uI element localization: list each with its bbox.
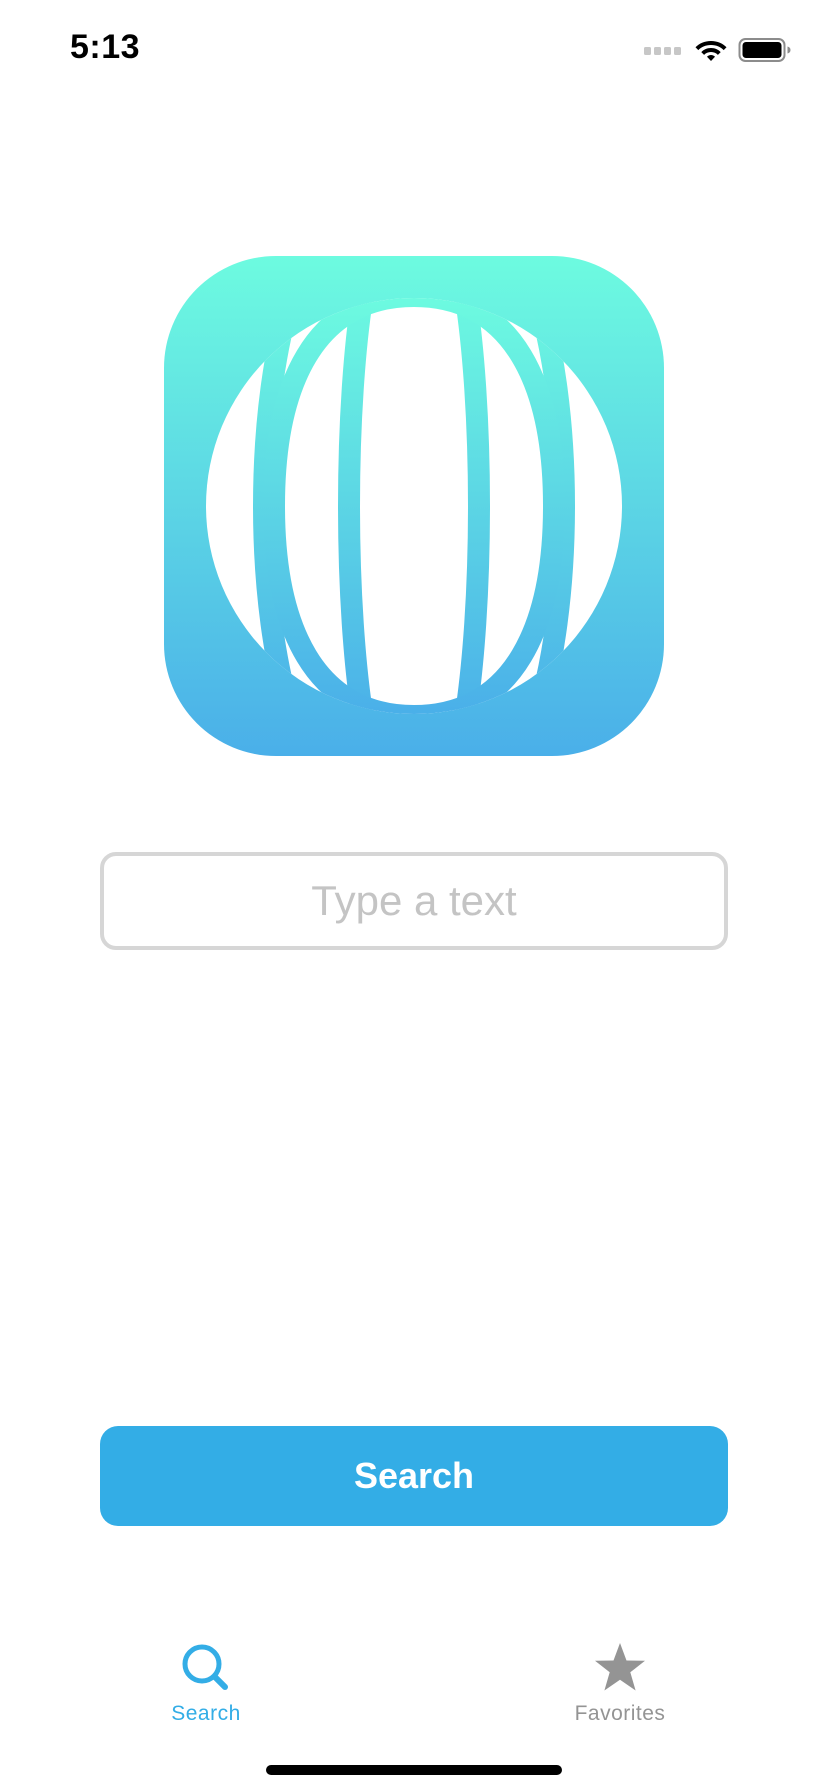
tab-favorites-label: Favorites (574, 1702, 666, 1725)
status-time: 5:13 (70, 28, 141, 66)
tab-search[interactable]: Search (106, 1640, 306, 1730)
status-icons (644, 34, 792, 66)
tab-search-label: Search (171, 1702, 241, 1725)
search-button[interactable]: Search (100, 1426, 728, 1526)
cellular-signal-icon (644, 44, 684, 56)
star-icon (595, 1643, 645, 1691)
status-bar: 5:13 (0, 0, 828, 100)
app-logo (164, 256, 664, 756)
app-screen: 5:13 Type a text Search Search Favorites (0, 0, 828, 1792)
home-indicator (266, 1765, 562, 1775)
tab-bar: Search Favorites (0, 1620, 828, 1730)
text-input[interactable] (100, 852, 728, 950)
search-icon (182, 1644, 228, 1690)
tab-favorites[interactable]: Favorites (520, 1640, 720, 1730)
wifi-icon (694, 37, 728, 63)
globe-icon (164, 256, 664, 756)
battery-icon (738, 37, 792, 63)
